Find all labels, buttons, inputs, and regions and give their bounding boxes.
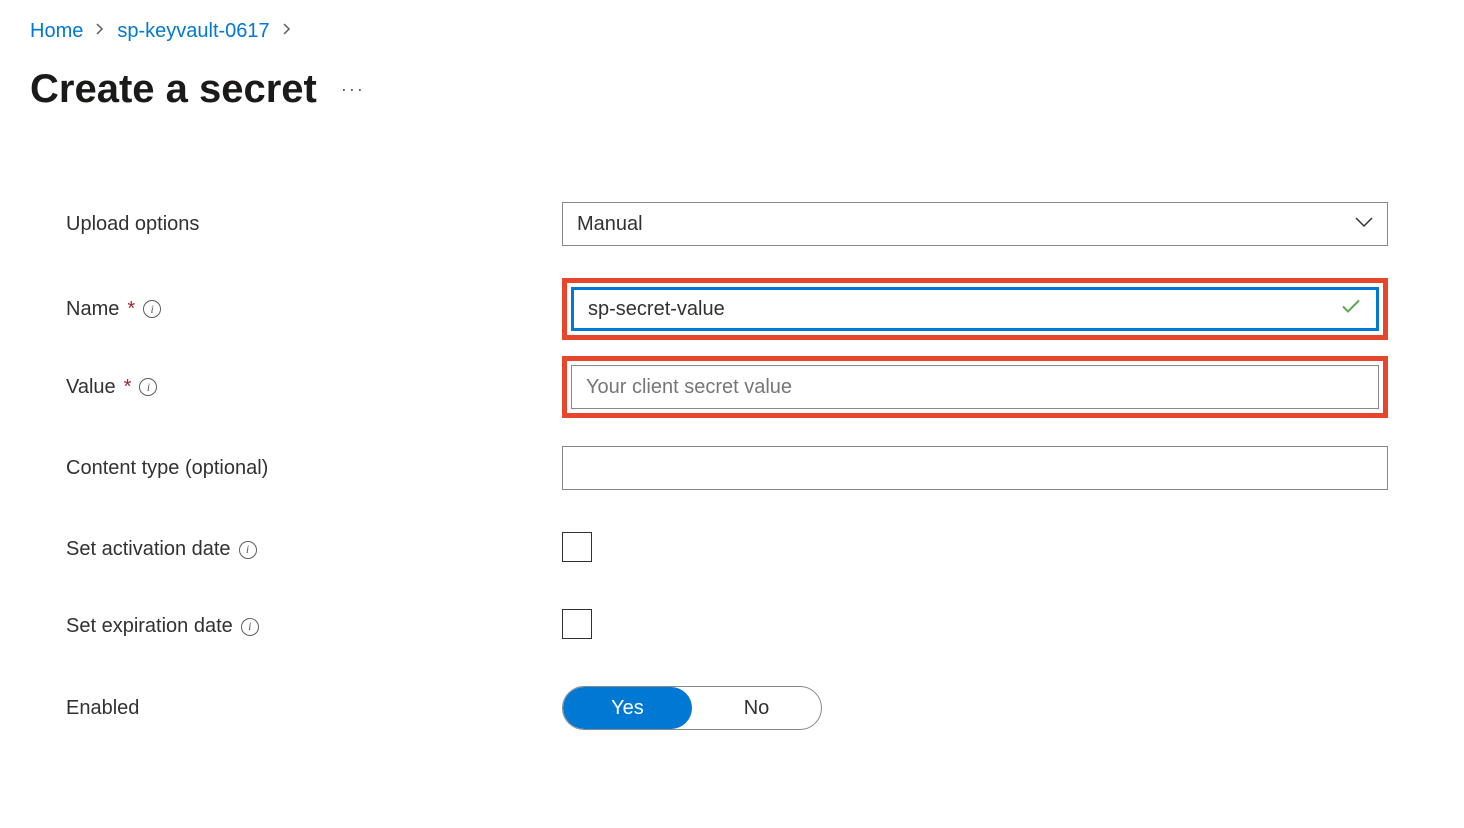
chevron-right-icon [282,22,292,41]
enabled-toggle: Yes No [562,686,822,730]
enabled-yes-button[interactable]: Yes [563,687,692,729]
name-label: Name * i [66,298,562,321]
info-icon[interactable]: i [239,541,257,559]
field-upload-options: Upload options Manual [30,202,1434,246]
field-enabled: Enabled Yes No [30,686,1434,730]
page-title: Create a secret [30,67,317,112]
field-content-type: Content type (optional) [30,446,1434,490]
value-input[interactable] [571,365,1379,409]
name-highlight [562,278,1388,340]
content-type-label: Content type (optional) [66,457,562,480]
activation-date-label: Set activation date i [66,538,562,561]
upload-options-label: Upload options [66,213,562,236]
info-icon[interactable]: i [143,300,161,318]
upload-options-select[interactable]: Manual [562,202,1388,246]
activation-date-checkbox[interactable] [562,532,592,562]
name-input[interactable] [571,287,1379,331]
field-name: Name * i [30,278,1434,340]
expiration-date-checkbox[interactable] [562,609,592,639]
breadcrumb-vault-link[interactable]: sp-keyvault-0617 [117,20,269,43]
enabled-label: Enabled [66,697,562,720]
page-header: Create a secret ··· [30,67,1434,112]
breadcrumb-home-link[interactable]: Home [30,20,83,43]
content-type-input[interactable] [562,446,1388,490]
value-label: Value * i [66,376,562,399]
more-icon[interactable]: ··· [341,79,365,100]
info-icon[interactable]: i [139,378,157,396]
required-star-icon: * [127,298,135,321]
breadcrumb: Home sp-keyvault-0617 [30,20,1434,43]
info-icon[interactable]: i [241,618,259,636]
value-highlight [562,356,1388,418]
required-star-icon: * [124,376,132,399]
enabled-no-button[interactable]: No [692,687,821,729]
field-value: Value * i [30,356,1434,418]
chevron-right-icon [95,22,105,41]
expiration-date-label: Set expiration date i [66,615,562,638]
field-expiration-date: Set expiration date i [30,609,1434,644]
field-activation-date: Set activation date i [30,532,1434,567]
